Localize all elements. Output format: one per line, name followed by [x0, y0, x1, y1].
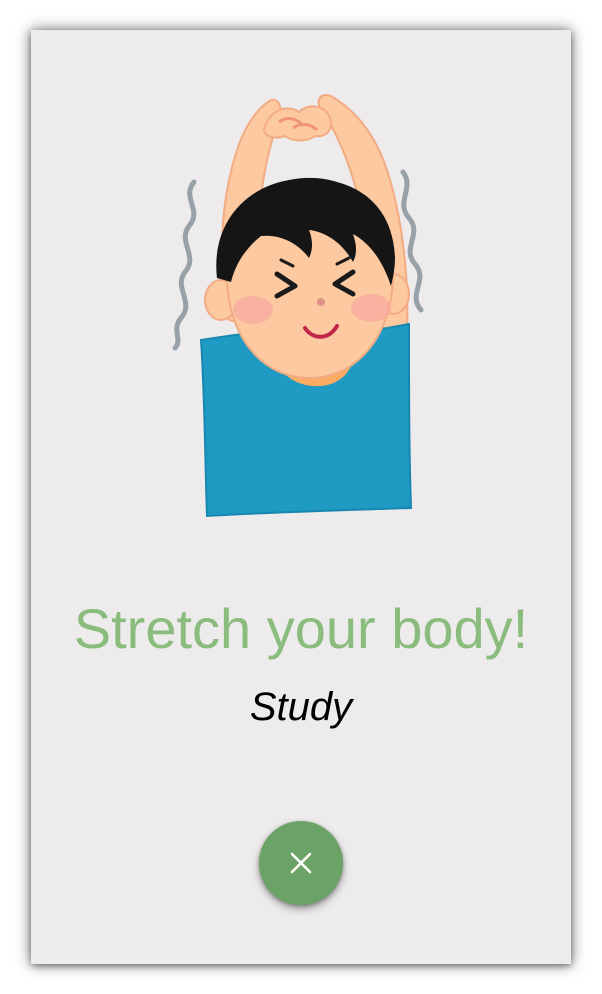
- nose: [317, 298, 325, 306]
- close-icon: [290, 852, 312, 874]
- close-button[interactable]: [259, 821, 343, 905]
- right-cheek: [351, 294, 391, 322]
- reminder-subtitle: Study: [249, 685, 353, 729]
- left-cheek: [233, 296, 273, 324]
- stretch-reminder-card: Stretch your body! Study: [31, 30, 571, 964]
- reminder-title: Stretch your body!: [73, 597, 529, 660]
- motion-line-left: [172, 179, 197, 351]
- stretching-boy-illustration: [172, 94, 424, 518]
